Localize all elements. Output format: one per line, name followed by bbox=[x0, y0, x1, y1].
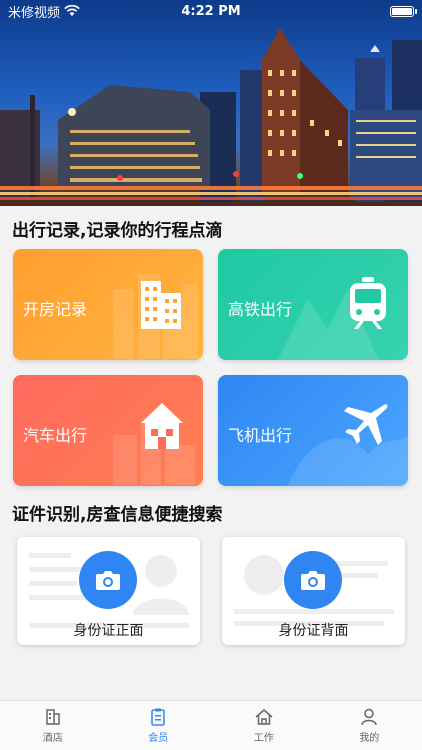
camera-icon bbox=[96, 571, 120, 590]
id-front-label: 身份证正面 bbox=[73, 623, 144, 639]
wifi-icon bbox=[64, 5, 80, 16]
card-label: 飞机出行 bbox=[228, 426, 293, 445]
carrier-label: 米修视频 bbox=[8, 5, 61, 21]
tab-label: 酒店 bbox=[42, 733, 63, 744]
camera-button[interactable] bbox=[284, 551, 342, 609]
card-label: 开房记录 bbox=[23, 300, 88, 319]
house-icon bbox=[141, 403, 183, 449]
id-front-card[interactable]: 身份证正面 bbox=[17, 537, 200, 645]
home-icon bbox=[255, 709, 273, 725]
hero-banner bbox=[0, 0, 422, 206]
id-back-label: 身份证背面 bbox=[278, 623, 349, 639]
tab-bar: 酒店 会员 工作 我的 bbox=[0, 700, 422, 750]
tab-work[interactable]: 工作 bbox=[211, 701, 317, 750]
card-car-travel[interactable]: 汽车出行 bbox=[13, 375, 203, 486]
tab-label: 我的 bbox=[359, 733, 380, 744]
travel-section-title: 出行记录,记录你的行程点滴 bbox=[12, 221, 223, 241]
status-bar: 米修视频 4:22 PM bbox=[0, 0, 422, 22]
train-icon bbox=[350, 277, 386, 329]
tab-member[interactable]: 会员 bbox=[106, 701, 212, 750]
airplane-icon bbox=[344, 404, 388, 445]
tab-profile[interactable]: 我的 bbox=[317, 701, 422, 750]
camera-button[interactable] bbox=[79, 551, 137, 609]
tab-label: 工作 bbox=[253, 733, 274, 744]
camera-icon bbox=[301, 571, 325, 590]
card-flight-travel[interactable]: 飞机出行 bbox=[218, 375, 408, 486]
card-label: 高铁出行 bbox=[228, 300, 293, 319]
hotel-icon bbox=[46, 709, 60, 725]
tab-hotel[interactable]: 酒店 bbox=[0, 701, 106, 750]
tab-label: 会员 bbox=[148, 733, 169, 744]
building-icon bbox=[141, 281, 181, 329]
member-icon bbox=[151, 708, 165, 726]
battery-icon bbox=[390, 5, 417, 17]
city-skyline-image bbox=[0, 28, 422, 206]
id-back-card[interactable]: 身份证背面 bbox=[222, 537, 405, 645]
card-train-travel[interactable]: 高铁出行 bbox=[218, 249, 408, 360]
id-section-title: 证件识别,房查信息便捷搜索 bbox=[12, 505, 223, 525]
card-hotel-record[interactable]: 开房记录 bbox=[13, 249, 203, 360]
card-label: 汽车出行 bbox=[23, 426, 88, 445]
profile-icon bbox=[361, 708, 377, 726]
